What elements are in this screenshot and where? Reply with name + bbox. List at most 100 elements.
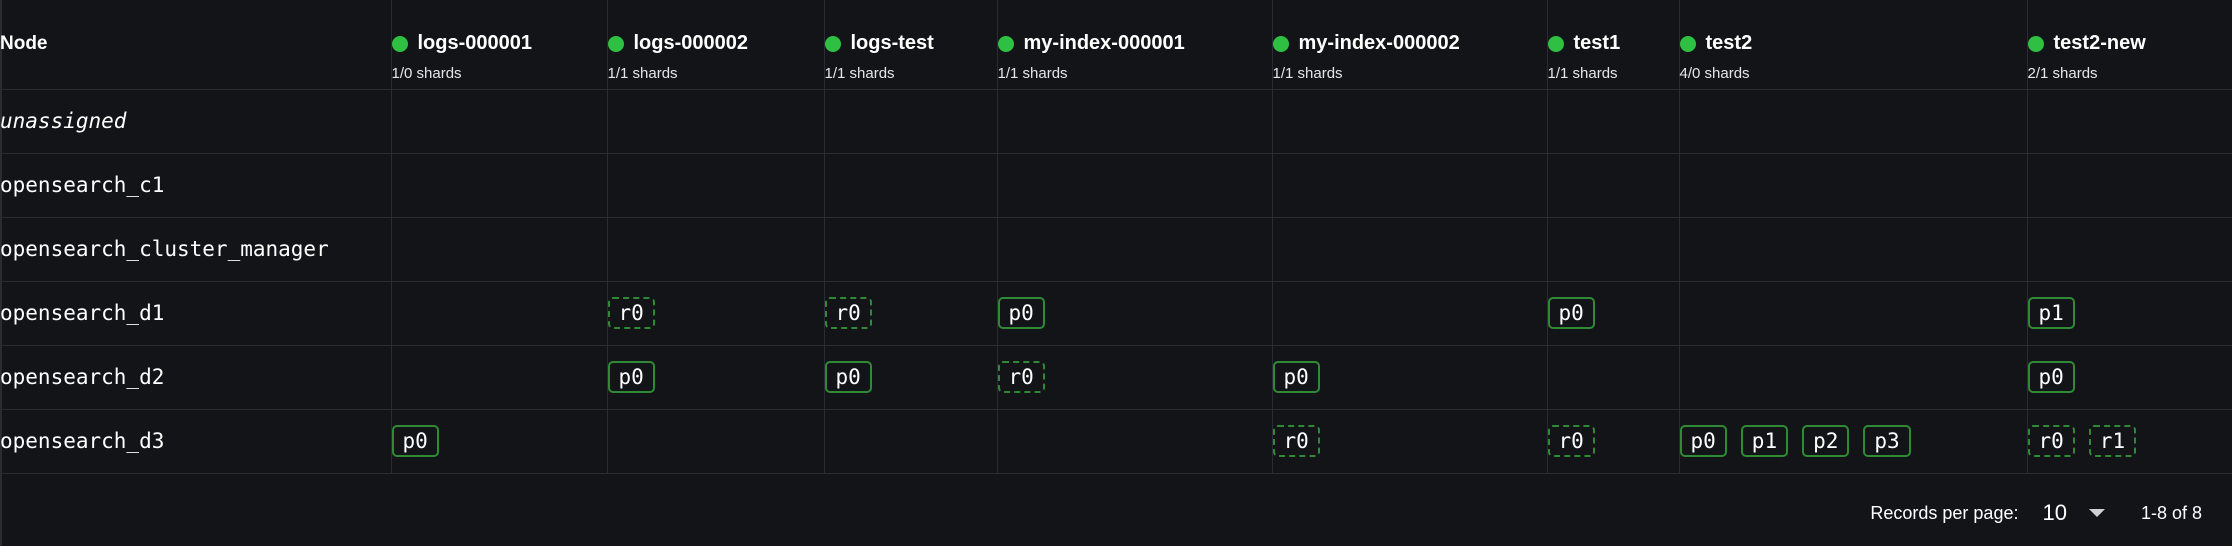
- health-status-icon: [1272, 35, 1289, 52]
- shard-cell: [606, 409, 824, 474]
- primary-shard-badge[interactable]: p1: [2027, 297, 2075, 329]
- index-name[interactable]: logs-000001: [418, 32, 533, 55]
- shard-cell: p1: [2026, 281, 2232, 346]
- index-name[interactable]: my-index-000002: [1299, 32, 1460, 55]
- shard-cell: [606, 89, 824, 154]
- primary-shard-badge[interactable]: p2: [1802, 425, 1850, 457]
- shard-cell: [996, 89, 1272, 154]
- node-name[interactable]: opensearch_cluster_manager: [0, 217, 391, 282]
- replica-shard-badge[interactable]: r1: [2088, 425, 2137, 457]
- index-name[interactable]: logs-000002: [634, 32, 749, 55]
- shard-cell: r0 r1: [2026, 409, 2232, 474]
- shard-cell: [823, 153, 997, 218]
- shard-cell: p0: [390, 409, 607, 474]
- index-header-logs-000001[interactable]: logs-000001 1/0 shards: [390, 0, 607, 90]
- shard-cell: [1546, 89, 1679, 154]
- index-name[interactable]: logs-test: [851, 32, 934, 55]
- health-status-icon: [1679, 35, 1696, 52]
- index-header-test2[interactable]: test2 4/0 shards: [1678, 0, 2027, 90]
- health-status-icon: [607, 35, 624, 52]
- node-name[interactable]: unassigned: [0, 89, 391, 154]
- index-shard-count: 1/1 shards: [824, 64, 895, 82]
- replica-shard-badge[interactable]: r0: [2027, 425, 2075, 457]
- shard-cell: [1546, 345, 1679, 410]
- records-per-page-select[interactable]: 10: [2042, 500, 2105, 526]
- node-name[interactable]: opensearch_d3: [0, 409, 391, 474]
- index-header-logs-000002[interactable]: logs-000002 1/1 shards: [606, 0, 824, 90]
- header-row: Node logs-000001 1/0 shards logs-000002 …: [0, 0, 2232, 90]
- replica-shard-badge[interactable]: r0: [824, 297, 872, 329]
- replica-shard-badge[interactable]: r0: [607, 297, 655, 329]
- caret-down-icon[interactable]: [2088, 509, 2105, 517]
- shard-cell: [2026, 89, 2232, 154]
- shard-cell: [606, 217, 824, 282]
- shard-cell: [2026, 217, 2232, 282]
- node-name[interactable]: opensearch_c1: [0, 153, 391, 218]
- replica-shard-badge[interactable]: r0: [1547, 425, 1595, 457]
- shard-cell: r0: [823, 281, 997, 346]
- node-column-header[interactable]: Node: [0, 0, 391, 90]
- primary-shard-badge[interactable]: p3: [1863, 425, 1911, 457]
- shard-cell: [2026, 153, 2232, 218]
- shard-cell: p0: [606, 345, 824, 410]
- shard-cell: [390, 345, 607, 410]
- shard-cell: [996, 153, 1272, 218]
- shard-cell: [1271, 281, 1547, 346]
- index-header-my-index-000002[interactable]: my-index-000002 1/1 shards: [1271, 0, 1547, 90]
- shard-cell: [1678, 345, 2027, 410]
- primary-shard-badge[interactable]: p0: [997, 297, 1045, 329]
- index-name[interactable]: test2: [1706, 32, 1753, 55]
- shard-cell: [1271, 153, 1547, 218]
- index-shard-count: 1/0 shards: [391, 64, 462, 82]
- shard-cell: [1678, 217, 2027, 282]
- shard-cell: p0: [996, 281, 1272, 346]
- shard-cell: [823, 409, 997, 474]
- replica-shard-badge[interactable]: r0: [1272, 425, 1320, 457]
- index-name[interactable]: test1: [1574, 32, 1621, 55]
- primary-shard-badge[interactable]: p0: [1547, 297, 1595, 329]
- shard-cell: [390, 281, 607, 346]
- shard-cell: r0: [1271, 409, 1547, 474]
- primary-shard-badge[interactable]: p0: [1272, 361, 1320, 393]
- shard-cell: [823, 89, 997, 154]
- records-per-page-value[interactable]: 10: [2042, 500, 2066, 526]
- node-name[interactable]: opensearch_d1: [0, 281, 391, 346]
- table-row: opensearch_cluster_manager: [0, 217, 2232, 282]
- index-header-test1[interactable]: test1 1/1 shards: [1546, 0, 1679, 90]
- table-row: opensearch_d2 p0 p0 r0 p0 p0: [0, 345, 2232, 410]
- shard-cell: [390, 153, 607, 218]
- primary-shard-badge[interactable]: p1: [1740, 425, 1789, 457]
- health-status-icon: [2027, 35, 2044, 52]
- shard-cell: p0 p1 p2 p3: [1678, 409, 2027, 474]
- table-row: opensearch_d3 p0 r0 r0 p0 p1 p2 p3 r0 r1: [0, 409, 2232, 474]
- shard-allocation-page: Node logs-000001 1/0 shards logs-000002 …: [0, 0, 2232, 546]
- index-shard-count: 1/1 shards: [1272, 64, 1343, 82]
- shard-cell: [390, 89, 607, 154]
- shard-cell: [1678, 89, 2027, 154]
- index-name[interactable]: my-index-000001: [1024, 32, 1185, 55]
- shard-allocation-table: Node logs-000001 1/0 shards logs-000002 …: [0, 0, 2232, 474]
- primary-shard-badge[interactable]: p0: [824, 361, 872, 393]
- index-shard-count: 2/1 shards: [2027, 64, 2098, 82]
- shard-cell: p0: [2026, 345, 2232, 410]
- primary-shard-badge[interactable]: p0: [2027, 361, 2075, 393]
- shard-cell: [1546, 217, 1679, 282]
- shard-cell: [1271, 217, 1547, 282]
- primary-shard-badge[interactable]: p0: [391, 425, 439, 457]
- health-status-icon: [824, 35, 841, 52]
- primary-shard-badge[interactable]: p0: [1679, 425, 1727, 457]
- table-row: opensearch_d1 r0 r0 p0 p0 p1: [0, 281, 2232, 346]
- index-name[interactable]: test2-new: [2054, 32, 2146, 55]
- primary-shard-badge[interactable]: p0: [607, 361, 655, 393]
- shard-cell: r0: [996, 345, 1272, 410]
- shard-cell: p0: [823, 345, 997, 410]
- index-header-logs-test[interactable]: logs-test 1/1 shards: [823, 0, 997, 90]
- node-name[interactable]: opensearch_d2: [0, 345, 391, 410]
- shard-cell: r0: [1546, 409, 1679, 474]
- index-shard-count: 1/1 shards: [607, 64, 678, 82]
- index-header-my-index-000001[interactable]: my-index-000001 1/1 shards: [996, 0, 1272, 90]
- shard-cell: p0: [1546, 281, 1679, 346]
- table-row: unassigned: [0, 89, 2232, 154]
- replica-shard-badge[interactable]: r0: [997, 361, 1045, 393]
- index-header-test2-new[interactable]: test2-new 2/1 shards: [2026, 0, 2232, 90]
